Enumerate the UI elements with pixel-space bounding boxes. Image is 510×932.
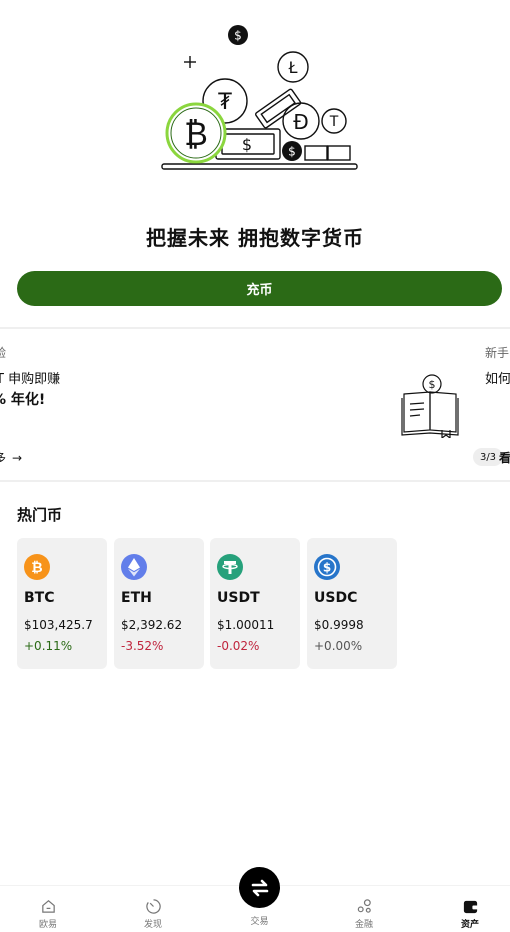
bitcoin-icon: ₿ — [24, 554, 50, 580]
banner-next-headline: 如何 — [485, 372, 510, 387]
banner-more-link[interactable]: 多 → — [0, 449, 22, 466]
coin-symbol: ETH — [121, 590, 152, 606]
banner-subheadline: % 年化! — [0, 392, 46, 408]
svg-text:Ł: Ł — [288, 58, 298, 77]
banner-next-more: 看 — [499, 451, 510, 465]
ethereum-icon — [121, 554, 147, 580]
coin-price: $1.00011 — [217, 618, 275, 632]
coin-change: +0.00% — [314, 639, 363, 653]
svg-text:₿: ₿ — [184, 115, 208, 153]
home-icon — [41, 900, 55, 913]
svg-text:$: $ — [242, 135, 252, 154]
swap-arrows-icon — [251, 879, 268, 896]
nav-label: 发现 — [143, 920, 162, 930]
svg-text:$: $ — [429, 378, 436, 391]
trade-button[interactable] — [239, 867, 280, 908]
svg-text:T: T — [329, 114, 339, 130]
svg-text:Đ: Đ — [293, 110, 309, 134]
book-coin-icon: $ — [401, 374, 459, 438]
divider — [0, 327, 510, 329]
coin-card-usdc[interactable]: $ USDC $0.9998 +0.00% — [307, 538, 397, 669]
coin-change: -0.02% — [217, 639, 260, 653]
coin-change: -3.52% — [121, 639, 164, 653]
usdc-icon: $ — [314, 554, 340, 580]
discover-icon — [145, 899, 161, 914]
nav-label-trade: 交易 — [250, 917, 269, 927]
coin-card-eth[interactable]: ETH $2,392.62 -3.52% — [114, 538, 204, 669]
coin-card-usdt[interactable]: USDT $1.00011 -0.02% — [210, 538, 300, 669]
coin-change: +0.11% — [24, 639, 73, 653]
deposit-button[interactable]: 充币 — [17, 271, 502, 306]
banner-headline: DT 申购即赚 — [0, 372, 61, 387]
nav-item-discover[interactable]: 发现 — [113, 886, 193, 932]
arrow-right-icon: → — [12, 450, 23, 465]
nav-label: 欧易 — [38, 920, 57, 930]
nav-item-finance[interactable]: 金融 — [324, 886, 404, 932]
divider — [0, 480, 510, 482]
nav-label: 金融 — [354, 920, 373, 930]
banner-next-tag: 新手 — [485, 346, 510, 360]
tether-icon — [217, 554, 243, 580]
svg-text:$: $ — [323, 561, 331, 575]
coin-symbol: USDC — [314, 590, 358, 606]
coin-price: $103,425.7 — [24, 618, 93, 632]
wallet-icon — [463, 900, 478, 914]
coin-price: $2,392.62 — [121, 618, 183, 632]
nav-item-home[interactable]: 欧易 — [8, 886, 88, 932]
finance-icon — [357, 899, 371, 913]
svg-text:₮: ₮ — [218, 90, 232, 115]
coin-symbol: BTC — [24, 590, 55, 606]
crypto-coins-illustration: $ $ Ł ₮ Đ T $ ₿ — [161, 25, 358, 170]
hero-title: 把握未来 拥抱数字货币 — [146, 226, 364, 250]
svg-text:₿: ₿ — [31, 560, 42, 576]
hot-coins-title: 热门币 — [17, 506, 63, 524]
banner-more-label: 多 — [0, 451, 7, 465]
nav-item-assets[interactable]: 资产 — [430, 886, 510, 932]
svg-text:$: $ — [234, 29, 242, 43]
coin-symbol: USDT — [217, 590, 260, 606]
coin-card-btc[interactable]: ₿ BTC $103,425.7 +0.11% — [17, 538, 107, 669]
banner-tag: 验 — [0, 346, 7, 360]
svg-text:$: $ — [288, 145, 296, 159]
coin-price: $0.9998 — [314, 618, 364, 632]
nav-label: 资产 — [460, 920, 479, 930]
